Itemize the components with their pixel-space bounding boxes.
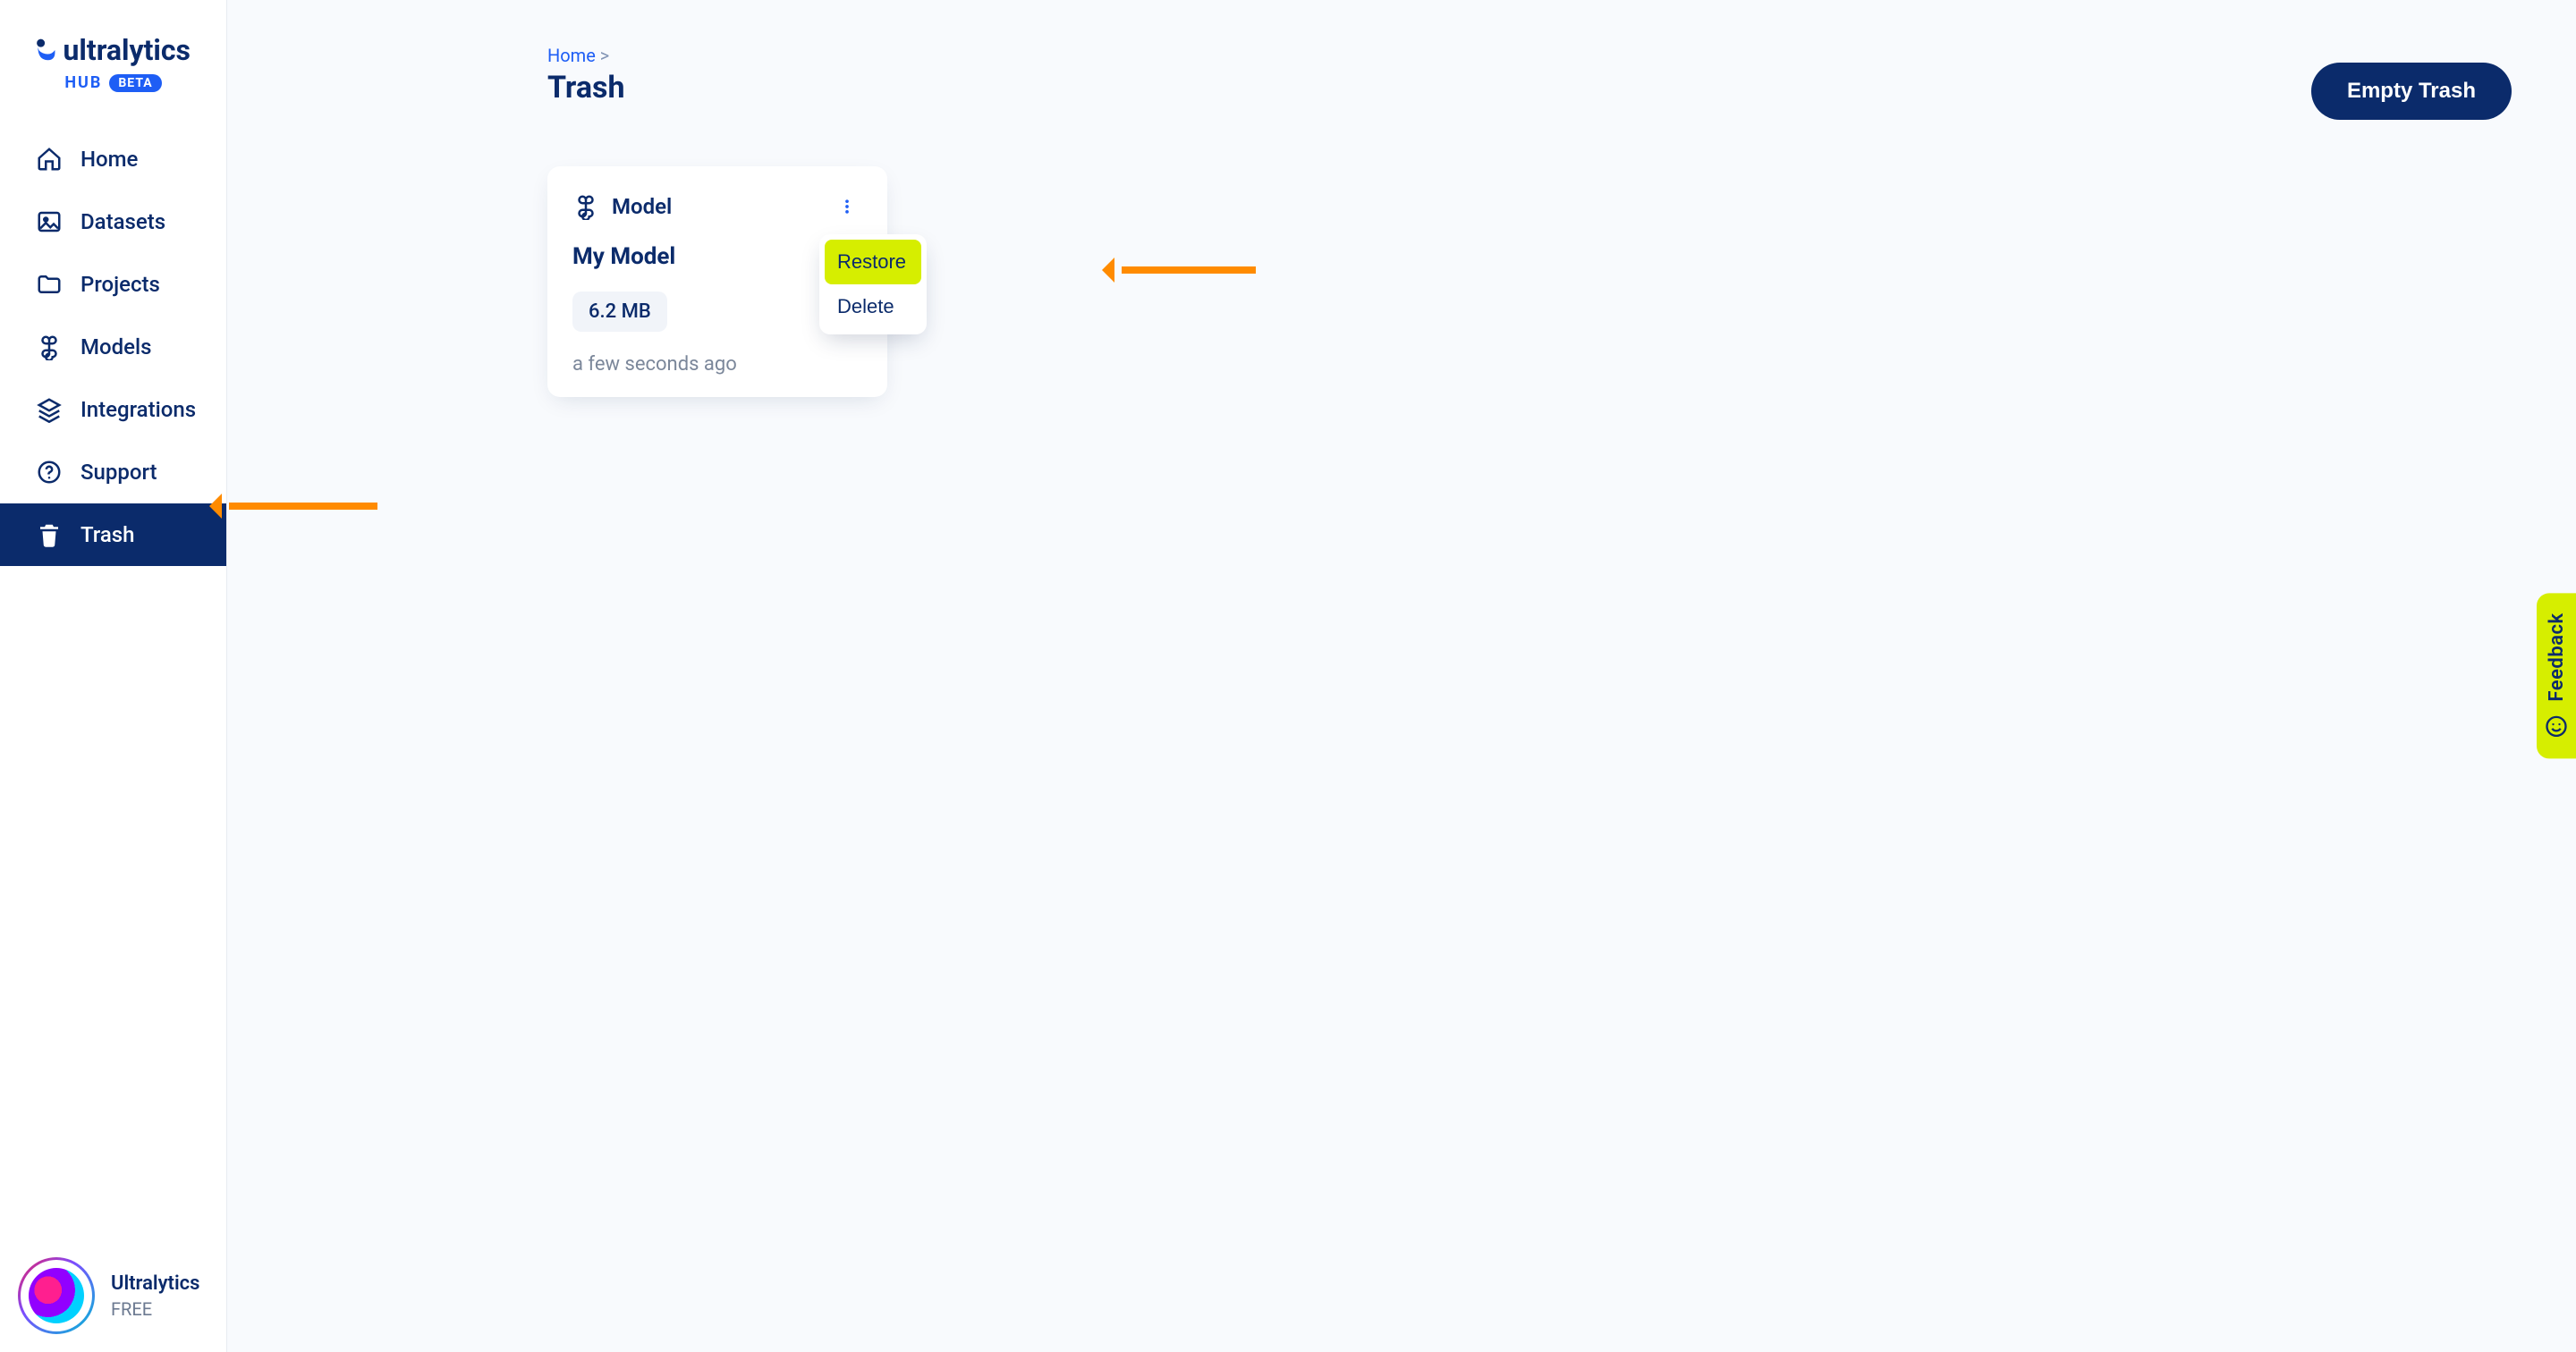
brand-beta-badge: BETA bbox=[109, 74, 161, 92]
sidebar-item-home[interactable]: Home bbox=[0, 128, 226, 190]
annotation-arrow-restore bbox=[1122, 266, 1256, 274]
user-plan: FREE bbox=[111, 1298, 199, 1320]
sidebar-item-projects[interactable]: Projects bbox=[0, 253, 226, 316]
sidebar-item-support[interactable]: Support bbox=[0, 441, 226, 503]
command-icon bbox=[36, 334, 63, 360]
sidebar-item-label: Support bbox=[80, 460, 157, 485]
header-actions: Empty Trash bbox=[2311, 63, 2512, 120]
brand-name: ultralytics bbox=[63, 33, 191, 67]
user-name: Ultralytics bbox=[111, 1272, 199, 1295]
card-context-menu: Restore Delete bbox=[819, 234, 927, 334]
breadcrumb: Home > bbox=[547, 45, 2506, 66]
trash-card: Model My Model 6.2 MB a few seconds ago … bbox=[547, 166, 887, 397]
brand-logo: ultralytics bbox=[36, 32, 191, 68]
trash-icon bbox=[36, 521, 63, 548]
sidebar-item-models[interactable]: Models bbox=[0, 316, 226, 378]
sidebar-item-label: Datasets bbox=[80, 209, 165, 234]
smile-icon bbox=[2544, 714, 2569, 739]
sidebar-item-datasets[interactable]: Datasets bbox=[0, 190, 226, 253]
sidebar-nav: Home Datasets Projects Models bbox=[0, 128, 226, 566]
card-time: a few seconds ago bbox=[572, 353, 862, 376]
brand-subline: HUB BETA bbox=[36, 73, 191, 92]
main-content: Home > Trash Empty Trash Model bbox=[227, 0, 2576, 1352]
card-type-label: Model bbox=[612, 194, 672, 219]
annotation-arrow-trash bbox=[229, 503, 377, 510]
sidebar-item-label: Home bbox=[80, 147, 138, 172]
sidebar-item-label: Models bbox=[80, 334, 151, 359]
help-circle-icon bbox=[36, 459, 63, 486]
feedback-tab[interactable]: Feedback bbox=[2537, 593, 2576, 758]
image-icon bbox=[36, 208, 63, 235]
sidebar: ultralytics HUB BETA Home Datasets bbox=[0, 0, 227, 1352]
user-meta: Ultralytics FREE bbox=[111, 1272, 199, 1320]
sidebar-item-label: Integrations bbox=[80, 397, 196, 422]
brand-block: ultralytics HUB BETA bbox=[0, 0, 226, 112]
card-size-pill: 6.2 MB bbox=[572, 292, 667, 332]
menu-restore[interactable]: Restore bbox=[825, 240, 921, 284]
sidebar-item-integrations[interactable]: Integrations bbox=[0, 378, 226, 441]
command-icon bbox=[572, 193, 599, 220]
feedback-label: Feedback bbox=[2546, 613, 2568, 701]
sidebar-item-label: Trash bbox=[80, 522, 134, 547]
avatar bbox=[18, 1257, 95, 1334]
trash-cards: Model My Model 6.2 MB a few seconds ago … bbox=[547, 166, 2506, 397]
brand-mark-icon bbox=[36, 32, 55, 68]
card-menu-button[interactable] bbox=[832, 191, 862, 222]
sidebar-user[interactable]: Ultralytics FREE bbox=[0, 1257, 226, 1334]
breadcrumb-home[interactable]: Home bbox=[547, 45, 596, 66]
breadcrumb-sep: > bbox=[600, 45, 609, 66]
brand-sub: HUB bbox=[64, 73, 102, 92]
folder-icon bbox=[36, 271, 63, 298]
empty-trash-button[interactable]: Empty Trash bbox=[2311, 63, 2512, 120]
layers-icon bbox=[36, 396, 63, 423]
home-icon bbox=[36, 146, 63, 173]
page-title: Trash bbox=[547, 70, 2506, 106]
sidebar-item-trash[interactable]: Trash bbox=[0, 503, 226, 566]
menu-delete[interactable]: Delete bbox=[825, 284, 921, 329]
sidebar-item-label: Projects bbox=[80, 272, 160, 297]
